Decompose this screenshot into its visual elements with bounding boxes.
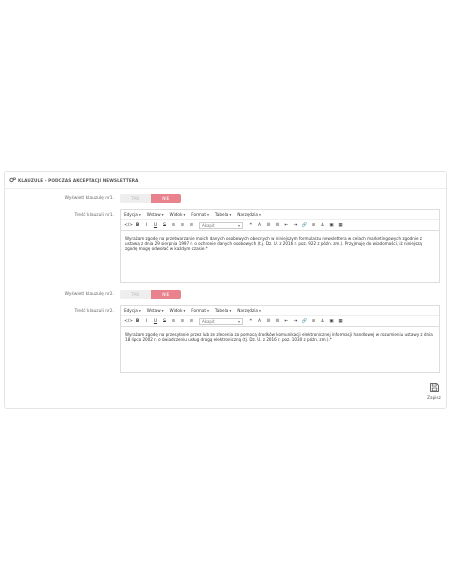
menu-view[interactable]: Widok: [170, 308, 186, 313]
bullet-list-icon[interactable]: ☰: [264, 319, 273, 324]
menu-tools[interactable]: Narzędzia: [237, 212, 261, 217]
unlink-icon[interactable]: ⊘: [309, 319, 318, 324]
format-select[interactable]: Akapit ▾: [199, 221, 243, 229]
clause2-editor: Edycja Wstaw Widok Format Tabela Narzędz…: [120, 305, 440, 373]
text-color-icon[interactable]: A: [255, 223, 264, 228]
menu-edit[interactable]: Edycja: [124, 212, 141, 217]
floppy-disk-icon: [424, 383, 444, 395]
menu-format[interactable]: Format: [191, 308, 209, 313]
strikethrough-icon[interactable]: S: [160, 319, 169, 324]
bullet-list-icon[interactable]: ☰: [264, 223, 273, 228]
clause2-editor-content[interactable]: Wyrażam zgodę na przesyłanie przez lub z…: [121, 327, 439, 347]
anchor-icon[interactable]: ⚓: [318, 223, 327, 228]
menu-table[interactable]: Tabela: [215, 212, 231, 217]
format-select[interactable]: Akapit ▾: [199, 317, 243, 325]
align-right-icon[interactable]: ≡: [187, 223, 196, 228]
blockquote-icon[interactable]: ❝: [246, 223, 255, 228]
chevron-down-icon: ▾: [237, 318, 240, 324]
menu-edit[interactable]: Edycja: [124, 308, 141, 313]
outdent-icon[interactable]: ⇤: [282, 223, 291, 228]
clause1-content-label: Treść klauzuli nr1.: [74, 213, 114, 218]
numbered-list-icon[interactable]: ☰: [273, 319, 282, 324]
bold-icon[interactable]: B: [133, 223, 142, 228]
newsletter-clauses-panel: KLAUZULE - PODCZAS AKCEPTACJI NEWSLETTER…: [4, 171, 447, 409]
media-icon[interactable]: ▣: [327, 319, 336, 324]
underline-icon[interactable]: U: [151, 223, 160, 228]
clause1-toggle-no[interactable]: NIE: [150, 194, 181, 203]
numbered-list-icon[interactable]: ☰: [273, 223, 282, 228]
clause1-show-label: Wyświetl klauzulę nr1.: [64, 196, 114, 201]
clause2-show-label: Wyświetl klauzulę nr2.: [64, 292, 114, 297]
underline-icon[interactable]: U: [151, 319, 160, 324]
outdent-icon[interactable]: ⇤: [282, 319, 291, 324]
clause1-toggle[interactable]: TAK NIE: [120, 194, 181, 203]
menu-insert[interactable]: Wstaw: [147, 308, 164, 313]
strikethrough-icon[interactable]: S: [160, 223, 169, 228]
menu-format[interactable]: Format: [191, 212, 209, 217]
clause2-toggle[interactable]: TAK NIE: [120, 290, 181, 299]
save-label: Zapisz: [427, 395, 441, 400]
bold-icon[interactable]: B: [133, 319, 142, 324]
align-center-icon[interactable]: ≡: [178, 223, 187, 228]
indent-icon[interactable]: ⇥: [291, 223, 300, 228]
code-icon[interactable]: </>: [124, 319, 133, 324]
menu-table[interactable]: Tabela: [215, 308, 231, 313]
editor-menubar: Edycja Wstaw Widok Format Tabela Narzędz…: [121, 210, 439, 220]
align-center-icon[interactable]: ≡: [178, 319, 187, 324]
editor-toolbar: </> B I U S ≡ ≡ ≡ Akapit ▾ ❝ A ☰ ☰ ⇤ ⇥ 🔗 …: [121, 316, 439, 327]
clause2-toggle-no[interactable]: NIE: [150, 290, 181, 299]
menu-insert[interactable]: Wstaw: [147, 212, 164, 217]
align-right-icon[interactable]: ≡: [187, 319, 196, 324]
menu-view[interactable]: Widok: [170, 212, 186, 217]
clause2-toggle-yes[interactable]: TAK: [120, 290, 151, 299]
image-icon[interactable]: ▦: [336, 223, 345, 228]
align-left-icon[interactable]: ≡: [169, 223, 178, 228]
menu-tools[interactable]: Narzędzia: [237, 308, 261, 313]
align-left-icon[interactable]: ≡: [169, 319, 178, 324]
italic-icon[interactable]: I: [142, 223, 151, 228]
link-icon[interactable]: 🔗: [300, 319, 309, 324]
panel-heading: KLAUZULE - PODCZAS AKCEPTACJI NEWSLETTER…: [5, 172, 446, 189]
clause1-toggle-yes[interactable]: TAK: [120, 194, 151, 203]
clause1-editor: Edycja Wstaw Widok Format Tabela Narzędz…: [120, 209, 440, 283]
anchor-icon[interactable]: ⚓: [318, 319, 327, 324]
link-icon[interactable]: 🔗: [300, 223, 309, 228]
panel-title: KLAUZULE - PODCZAS AKCEPTACJI NEWSLETTER…: [18, 177, 139, 183]
italic-icon[interactable]: I: [142, 319, 151, 324]
text-color-icon[interactable]: A: [255, 319, 264, 324]
editor-toolbar: </> B I U S ≡ ≡ ≡ Akapit ▾ ❝ A ☰ ☰ ⇤ ⇥ 🔗 …: [121, 220, 439, 231]
blockquote-icon[interactable]: ❝: [246, 319, 255, 324]
editor-menubar: Edycja Wstaw Widok Format Tabela Narzędz…: [121, 306, 439, 316]
clause2-content-label: Treść klauzuli nr2.: [74, 309, 114, 314]
chevron-down-icon: ▾: [237, 222, 240, 228]
indent-icon[interactable]: ⇥: [291, 319, 300, 324]
save-button[interactable]: Zapisz: [424, 383, 444, 400]
clause1-editor-content[interactable]: Wyrażam zgodę na przetwarzanie moich dan…: [121, 231, 439, 257]
code-icon[interactable]: </>: [124, 223, 133, 228]
image-icon[interactable]: ▦: [336, 319, 345, 324]
unlink-icon[interactable]: ⊘: [309, 223, 318, 228]
media-icon[interactable]: ▣: [327, 223, 336, 228]
cogs-icon: [9, 177, 16, 183]
